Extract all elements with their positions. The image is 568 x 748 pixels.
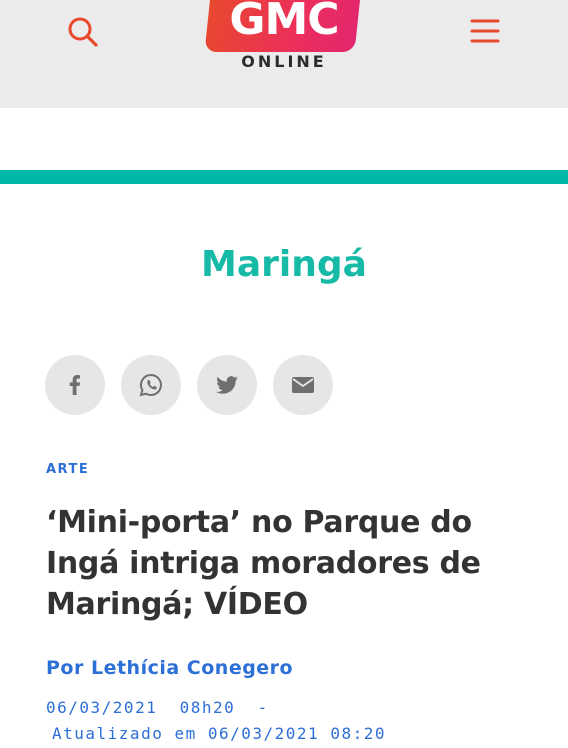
- category-link[interactable]: ARTE: [46, 462, 89, 477]
- logo-main-text: GMC: [229, 0, 339, 45]
- publish-date: 06/03/2021 08h20 -: [46, 698, 269, 717]
- hamburger-menu-icon: [470, 19, 500, 43]
- share-email-button[interactable]: [273, 355, 333, 415]
- search-button[interactable]: [64, 12, 102, 50]
- article-headline: ‘Mini-porta’ no Parque do Ingá intriga m…: [46, 505, 481, 622]
- article-author[interactable]: Por Lethícia Conegero: [46, 657, 293, 679]
- logo-sub-text: ONLINE: [241, 52, 327, 71]
- twitter-icon: [216, 376, 238, 394]
- site-header: GMC ONLINE: [0, 0, 568, 108]
- section-divider-bar: [0, 170, 568, 184]
- search-icon: [68, 17, 98, 47]
- whatsapp-icon: [139, 373, 162, 397]
- facebook-icon: [69, 375, 80, 395]
- updated-date: Atualizado em 06/03/2021 08:20: [52, 724, 386, 743]
- email-icon: [292, 377, 314, 393]
- menu-button[interactable]: [466, 12, 504, 50]
- gmc-online-logo[interactable]: GMC ONLINE: [204, 0, 364, 76]
- section-title: Maringá: [201, 244, 367, 285]
- share-buttons: [45, 355, 333, 415]
- share-facebook-button[interactable]: [45, 355, 105, 415]
- share-twitter-button[interactable]: [197, 355, 257, 415]
- share-whatsapp-button[interactable]: [121, 355, 181, 415]
